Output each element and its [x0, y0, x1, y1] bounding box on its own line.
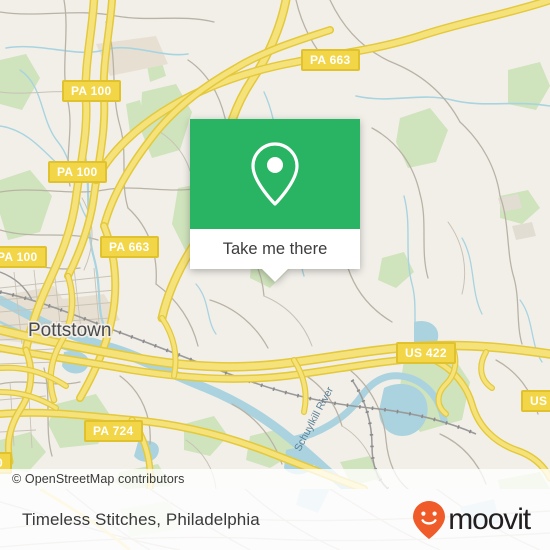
popup-pointer-tail [262, 269, 288, 282]
map-attribution[interactable]: © OpenStreetMap contributors [0, 469, 550, 489]
highway-shield-label: PA 724 [93, 424, 134, 438]
highway-shield-label: PA 663 [109, 240, 150, 254]
map-pin-icon [251, 142, 299, 206]
take-me-there-button[interactable]: Take me there [190, 229, 360, 269]
take-me-there-label: Take me there [222, 239, 328, 258]
highway-shield-label: PA 100 [71, 84, 112, 98]
highway-shield: PA 663 [100, 236, 159, 258]
moovit-map-screenshot: .w{fill:none;stroke:#a8d4e0;stroke-linec… [0, 0, 550, 550]
highway-shield-label: PA 100 [0, 250, 38, 264]
highway-shield-label: US 422 [405, 346, 447, 360]
popup-image-area [190, 119, 360, 229]
location-popup[interactable]: Take me there [190, 119, 360, 282]
attribution-text: © OpenStreetMap contributors [12, 472, 185, 486]
moovit-smiley-pin-icon [413, 500, 446, 539]
place-title: Timeless Stitches, Philadelphia [22, 509, 260, 529]
highway-shield: PA 724 [84, 420, 143, 442]
highway-shield-label: PA 663 [310, 53, 351, 67]
moovit-wordmark: moovit [448, 502, 531, 536]
highway-shield-label: PA 100 [57, 165, 98, 179]
footer-bar: Timeless Stitches, Philadelphia moovit [0, 489, 550, 550]
highway-shield: US 422 [396, 342, 456, 364]
highway-shield: PA 100 [0, 246, 47, 268]
highway-shield: PA 100 [48, 161, 107, 183]
highway-shield: PA 663 [301, 49, 360, 71]
highway-shield-label: US 4 [530, 394, 550, 408]
highway-shield-label: 00 [0, 456, 3, 470]
highway-shield: PA 100 [62, 80, 121, 102]
highway-shield: US 4 [521, 390, 550, 412]
moovit-logo[interactable]: moovit [412, 500, 531, 540]
